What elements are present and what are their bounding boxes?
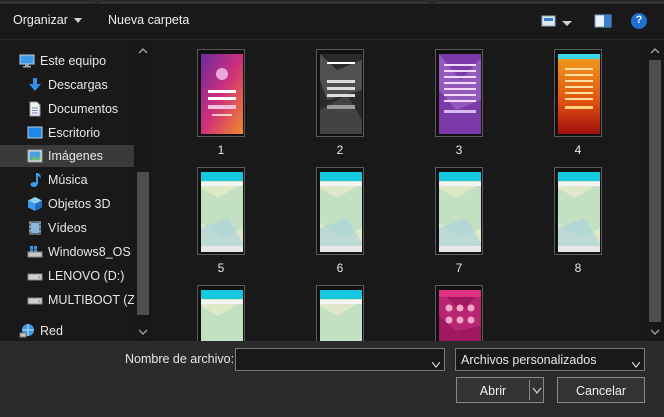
thumbnail-purple-orange bbox=[197, 49, 245, 137]
search-box[interactable] bbox=[436, 0, 664, 3]
open-button[interactable]: Abrir bbox=[456, 377, 544, 403]
nav-label: Este equipo bbox=[40, 54, 107, 68]
file-type-select[interactable]: Archivos personalizados bbox=[455, 348, 645, 371]
nav-item-lenovo[interactable]: LENOVO (D:) bbox=[0, 265, 134, 287]
open-label: Abrir bbox=[479, 384, 507, 398]
film-icon bbox=[27, 220, 43, 236]
file-name: 7 bbox=[455, 261, 463, 275]
nav-item-documentos[interactable]: Documentos bbox=[0, 98, 134, 120]
system-drive-icon bbox=[27, 244, 43, 260]
file-name: 2 bbox=[336, 143, 344, 157]
thumbnail-dark-gray bbox=[316, 49, 364, 137]
address-bar[interactable] bbox=[100, 0, 428, 3]
nav-label: Documentos bbox=[48, 102, 119, 116]
scrollbar-thumb[interactable] bbox=[649, 60, 661, 322]
nav-label: Vídeos bbox=[48, 221, 87, 235]
download-arrow-icon bbox=[27, 77, 43, 93]
navigation-scrollbar[interactable] bbox=[134, 40, 152, 341]
nav-item-windows8-os[interactable]: Windows8_OS (C bbox=[0, 241, 147, 263]
file-view-scrollbar[interactable] bbox=[646, 40, 664, 341]
thumbnail-fire-orange bbox=[554, 49, 602, 137]
address-bar-edge bbox=[0, 0, 94, 3]
help-glyph: ? bbox=[635, 14, 643, 26]
help-icon[interactable]: ? bbox=[630, 12, 648, 30]
nav-label: MULTIBOOT (Z:) bbox=[48, 293, 143, 307]
chevron-down-icon bbox=[73, 18, 82, 24]
file-name: 3 bbox=[455, 143, 463, 157]
chevron-down-icon[interactable] bbox=[631, 357, 641, 368]
file-type-value: Archivos personalizados bbox=[461, 353, 597, 367]
nav-item-este-equipo[interactable]: Este equipo bbox=[0, 50, 134, 72]
nav-item-videos[interactable]: Vídeos bbox=[0, 217, 134, 239]
file-name: 8 bbox=[574, 261, 582, 275]
thumbnail-purple-lilac bbox=[435, 49, 483, 137]
new-folder-button[interactable]: Nueva carpeta bbox=[108, 13, 189, 27]
nav-item-escritorio[interactable]: Escritorio bbox=[0, 122, 134, 144]
nav-label: Objetos 3D bbox=[48, 197, 111, 211]
nav-label: Red bbox=[40, 324, 63, 338]
navigation-pane: Este equipo Descargas Documentos Escrito… bbox=[0, 40, 152, 341]
file-name: 1 bbox=[217, 143, 225, 157]
dialog-footer: Nombre de archivo: Archivos personalizad… bbox=[0, 341, 664, 417]
thumbnail-pastel-app bbox=[554, 167, 602, 255]
drive-icon bbox=[27, 268, 43, 284]
nav-label: Imágenes bbox=[48, 149, 103, 163]
file-view: 1 2 3 4 5 6 7 8 bbox=[152, 40, 646, 341]
thumbnail-magenta-grid bbox=[435, 285, 483, 341]
open-options-dropdown[interactable] bbox=[529, 380, 543, 400]
computer-icon bbox=[19, 53, 35, 69]
desktop-icon bbox=[27, 125, 43, 141]
view-dropdown-chevron-icon[interactable] bbox=[562, 17, 572, 26]
chevron-down-icon[interactable] bbox=[431, 357, 441, 368]
nav-item-imagenes[interactable]: Imágenes bbox=[0, 145, 134, 167]
scrollbar-thumb[interactable] bbox=[137, 172, 149, 315]
nav-item-musica[interactable]: Música bbox=[0, 169, 134, 191]
file-name: 5 bbox=[217, 261, 225, 275]
toolbar: Organizar Nueva carpeta ? bbox=[0, 4, 664, 40]
nav-label: LENOVO (D:) bbox=[48, 269, 125, 283]
nav-label: Windows8_OS (C bbox=[48, 245, 148, 259]
scroll-down-icon[interactable] bbox=[138, 326, 148, 336]
preview-pane-icon[interactable] bbox=[594, 12, 612, 30]
file-name: 4 bbox=[574, 143, 582, 157]
cube-icon bbox=[27, 196, 43, 212]
document-icon bbox=[27, 101, 43, 117]
scroll-up-icon[interactable] bbox=[650, 45, 660, 55]
scroll-down-icon[interactable] bbox=[650, 326, 660, 336]
pictures-icon bbox=[27, 148, 43, 164]
filename-input[interactable] bbox=[235, 348, 445, 371]
thumbnail-pastel-app bbox=[316, 167, 364, 255]
thumbnail-pastel-app bbox=[197, 167, 245, 255]
nav-item-objetos-3d[interactable]: Objetos 3D bbox=[0, 193, 134, 215]
drive-icon bbox=[27, 292, 43, 308]
music-note-icon bbox=[27, 172, 43, 188]
file-name: 6 bbox=[336, 261, 344, 275]
thumbnail-pastel-app bbox=[435, 167, 483, 255]
nav-label: Escritorio bbox=[48, 126, 101, 140]
scroll-up-icon[interactable] bbox=[138, 45, 148, 55]
organize-button[interactable]: Organizar bbox=[13, 13, 82, 27]
thumbnail-pastel-app bbox=[316, 285, 364, 341]
cancel-button[interactable]: Cancelar bbox=[557, 377, 645, 403]
view-options-icon[interactable] bbox=[541, 12, 559, 30]
organize-label: Organizar bbox=[13, 13, 68, 27]
thumbnail-pastel-app bbox=[197, 285, 245, 341]
nav-label: Música bbox=[48, 173, 88, 187]
nav-item-red[interactable]: Red bbox=[0, 320, 134, 341]
network-icon bbox=[19, 323, 35, 339]
nav-item-multiboot[interactable]: MULTIBOOT (Z:) bbox=[0, 289, 143, 311]
nav-item-descargas[interactable]: Descargas bbox=[0, 74, 134, 96]
nav-label: Descargas bbox=[48, 78, 108, 92]
filename-label: Nombre de archivo: bbox=[125, 352, 235, 366]
